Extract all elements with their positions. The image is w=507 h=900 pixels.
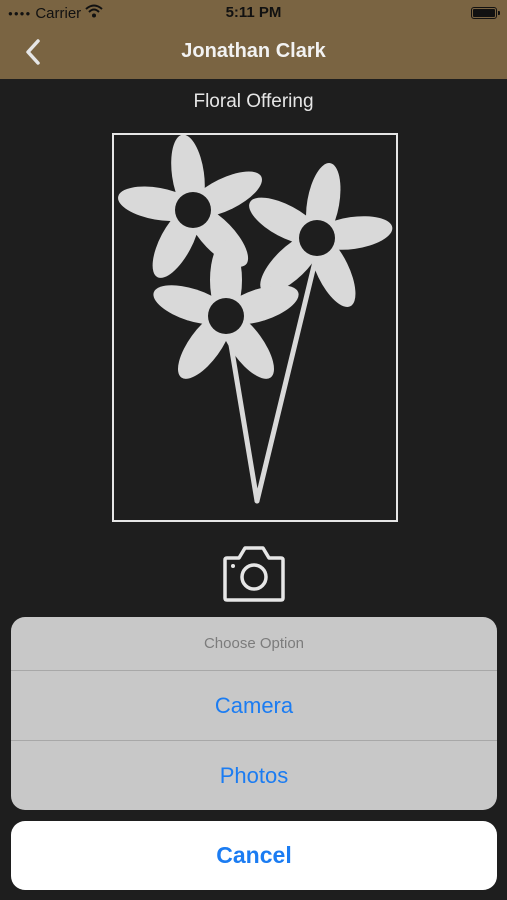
cancel-button[interactable]: Cancel (11, 821, 497, 890)
flower-image-frame[interactable] (112, 133, 398, 522)
nav-title: Jonathan Clark (181, 40, 326, 62)
page-subtitle: Floral Offering (193, 91, 314, 112)
camera-icon (223, 546, 285, 602)
action-sheet-title: Choose Option (11, 617, 497, 671)
photos-option-button[interactable]: Photos (11, 740, 497, 809)
battery-icon (471, 7, 500, 19)
status-time: 5:11 PM (225, 4, 282, 21)
camera-option-button[interactable]: Camera (11, 671, 497, 740)
flower-bouquet-icon (118, 134, 393, 504)
camera-button[interactable] (221, 540, 287, 606)
nav-bar: Jonathan Clark (0, 26, 507, 79)
action-sheet: Choose Option Camera Photos (11, 617, 497, 810)
status-bar: ●●●● Carrier 5:11 PM (0, 0, 507, 26)
